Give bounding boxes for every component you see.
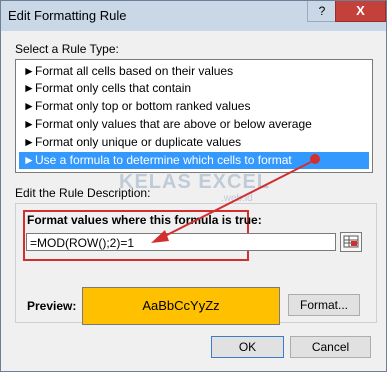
preview-box: AaBbCcYyZz bbox=[82, 287, 280, 325]
cancel-button[interactable]: Cancel bbox=[290, 336, 371, 358]
ok-button[interactable]: OK bbox=[211, 336, 284, 358]
preview-label: Preview: bbox=[27, 299, 77, 313]
format-button[interactable]: Format... bbox=[288, 294, 360, 316]
edit-formatting-rule-dialog: Edit Formatting Rule ? X Select a Rule T… bbox=[0, 0, 387, 372]
